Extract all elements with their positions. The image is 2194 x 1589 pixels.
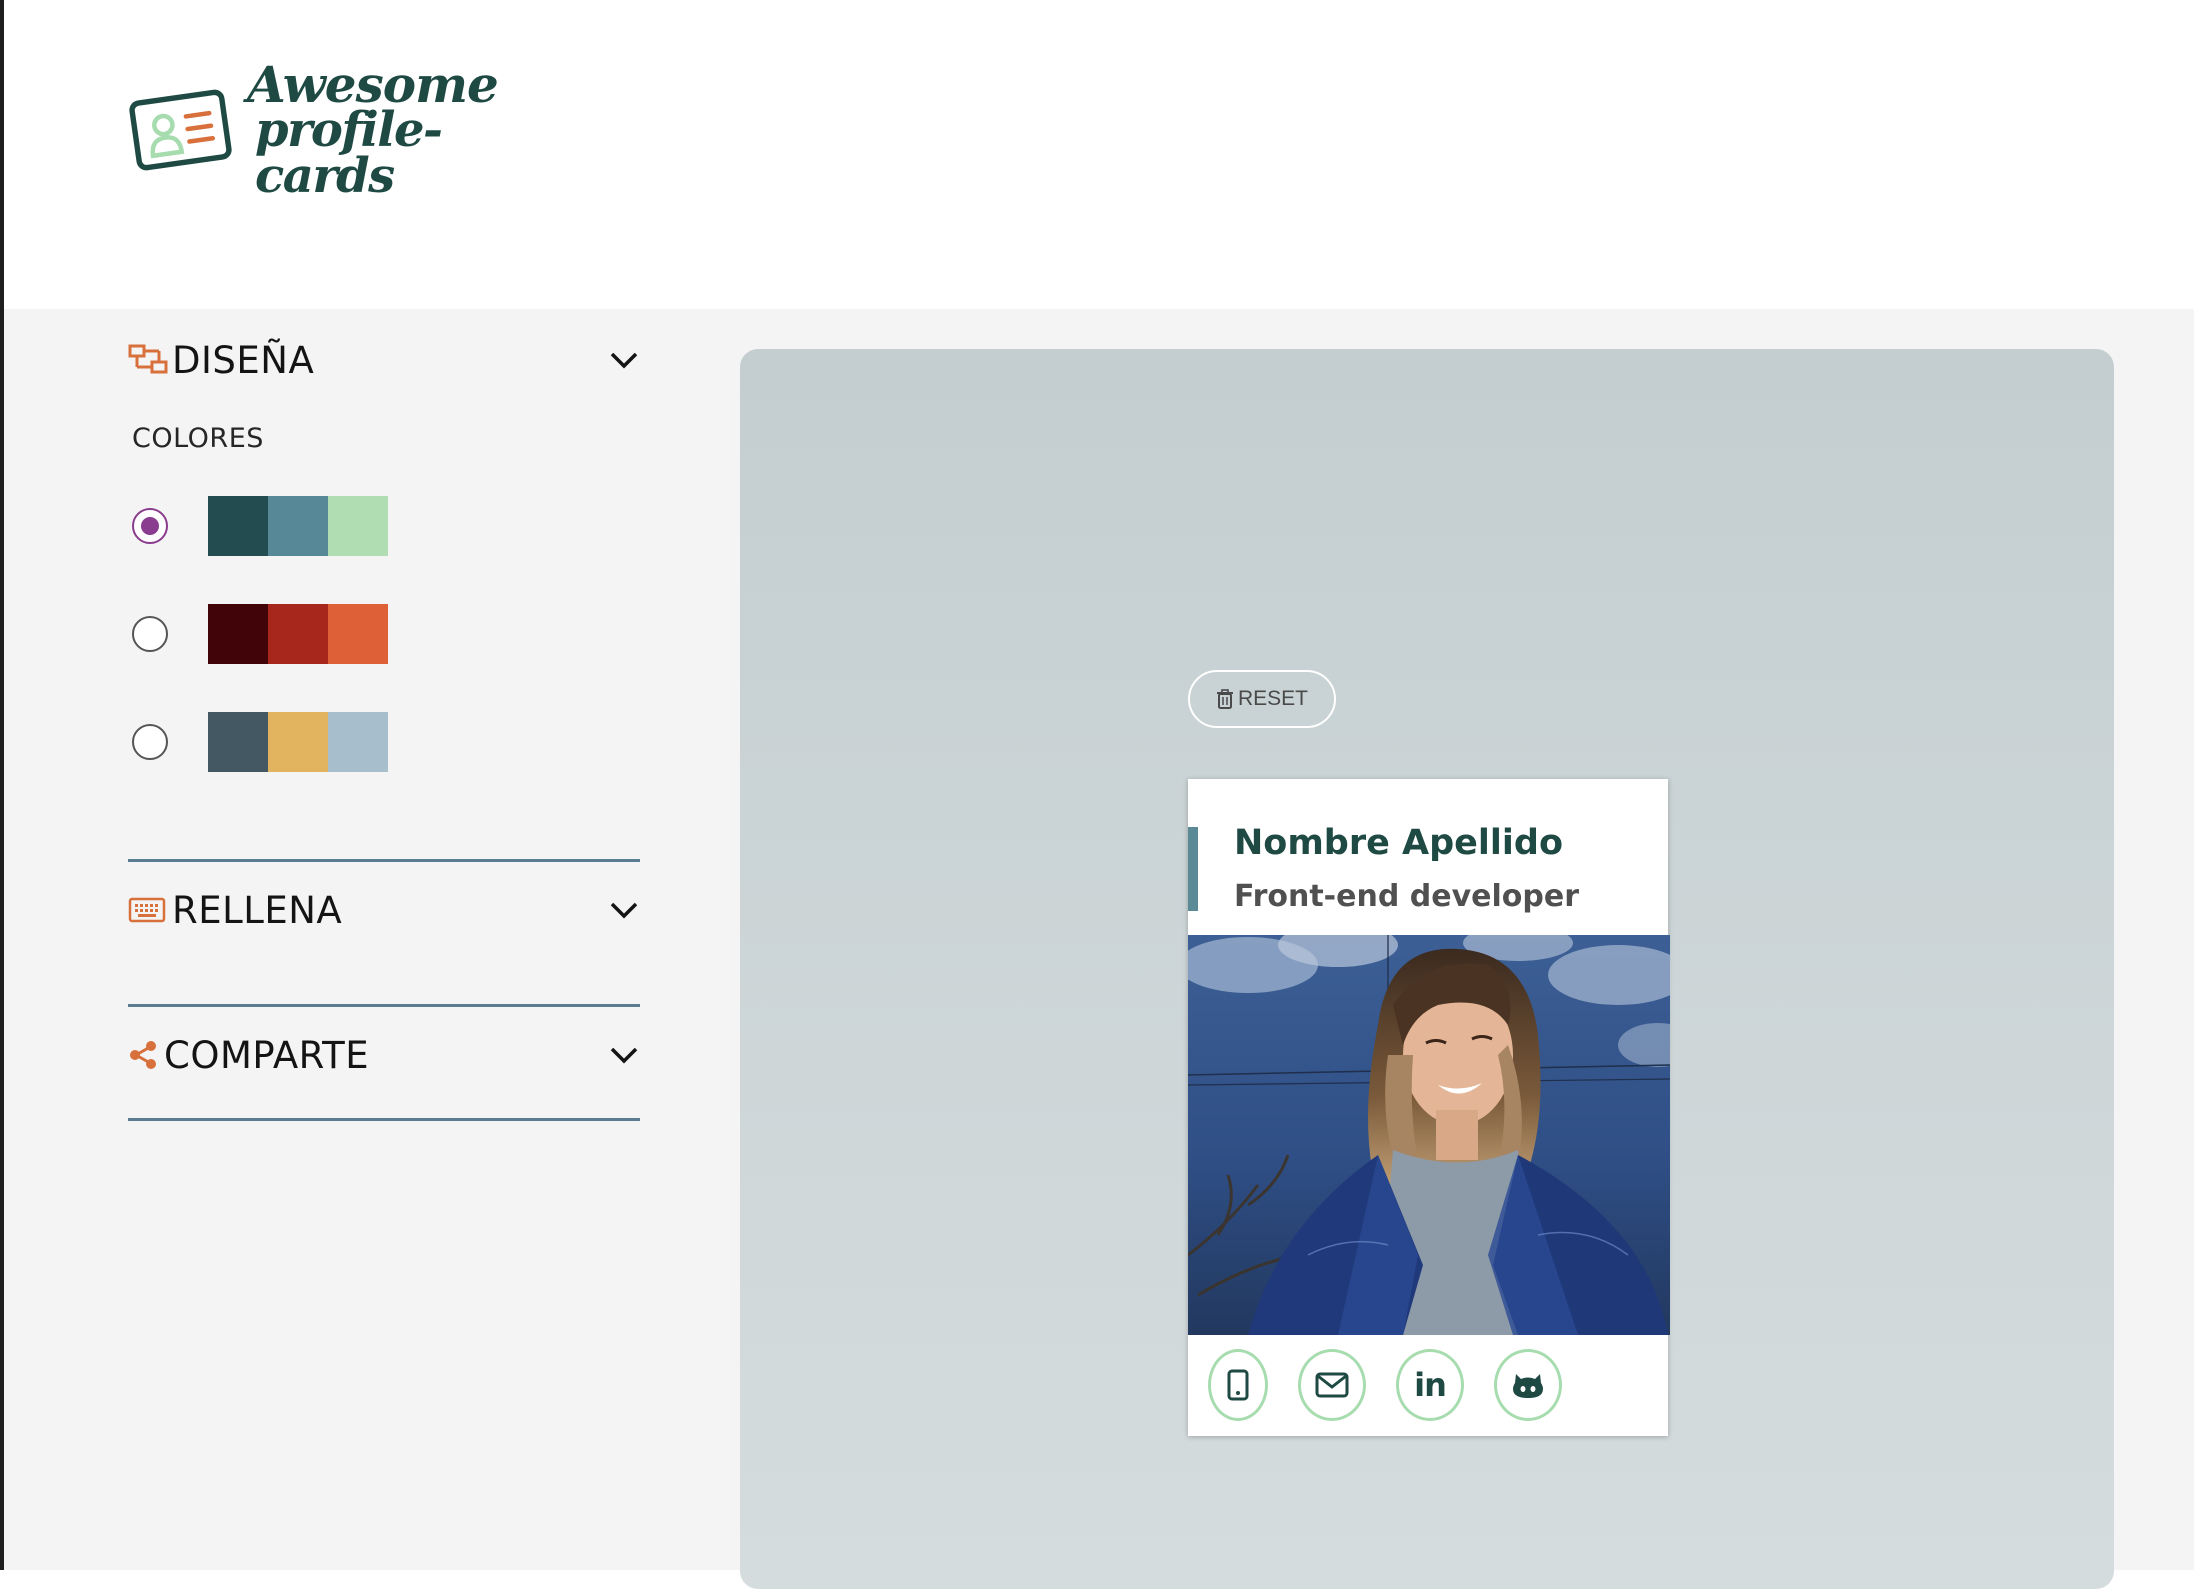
reset-label: RESET	[1237, 687, 1308, 710]
section-divider	[128, 1118, 640, 1121]
palette-radio-2[interactable]	[132, 616, 168, 652]
main-area: DISEÑA COLORES RELLENA COMPARTE RESET No…	[4, 309, 2194, 1589]
palette-swatches-2	[208, 604, 388, 664]
palette-option-1[interactable]	[132, 495, 392, 557]
section-divider	[128, 1004, 640, 1007]
swatch	[328, 604, 388, 664]
swatch	[328, 496, 388, 556]
chevron-down-icon[interactable]	[608, 894, 640, 926]
fill-section-title: RELLENA	[172, 888, 343, 932]
swatch	[268, 604, 328, 664]
email-link[interactable]	[1298, 1349, 1366, 1421]
linkedin-link[interactable]: in	[1396, 1349, 1464, 1421]
profile-photo	[1188, 935, 1670, 1335]
reset-button[interactable]: RESET	[1188, 670, 1336, 728]
palette-swatches-1	[208, 496, 388, 556]
design-section-header[interactable]: DISEÑA	[128, 325, 640, 395]
phone-link[interactable]	[1208, 1349, 1268, 1421]
card-social-links: in	[1208, 1347, 1562, 1423]
trash-icon	[1216, 689, 1233, 709]
logo-line-1: Awesome	[247, 54, 499, 114]
github-icon	[1513, 1374, 1543, 1398]
design-section-title: DISEÑA	[172, 338, 315, 382]
logo-text: Awesome profile-cards	[241, 54, 548, 204]
header: Awesome profile-cards	[4, 0, 2194, 309]
logo[interactable]: Awesome profile-cards	[128, 59, 548, 200]
card-job: Front-end developer	[1234, 879, 1579, 914]
swatch	[208, 496, 268, 556]
chevron-down-icon[interactable]	[608, 1039, 640, 1071]
logo-line-2: profile-cards	[255, 102, 443, 204]
envelope-icon	[1315, 1372, 1349, 1398]
swatch	[268, 496, 328, 556]
id-card-logo-icon	[129, 89, 232, 171]
swatch	[208, 712, 268, 772]
profile-card: Nombre Apellido Front-end developer in	[1188, 779, 1670, 1436]
palette-radio-3[interactable]	[132, 724, 168, 760]
palette-swatches-3	[208, 712, 388, 772]
palette-option-2[interactable]	[132, 603, 392, 665]
chevron-down-icon[interactable]	[608, 344, 640, 376]
card-accent-bar	[1188, 827, 1198, 911]
section-divider	[128, 859, 640, 862]
share-section-title: COMPARTE	[164, 1033, 370, 1077]
mobile-phone-icon	[1227, 1369, 1249, 1401]
fill-section-header[interactable]: RELLENA	[128, 875, 640, 945]
card-name: Nombre Apellido	[1234, 823, 1564, 863]
layout-design-icon	[128, 342, 172, 378]
palette-option-3[interactable]	[132, 711, 392, 773]
palette-radio-1[interactable]	[132, 508, 168, 544]
share-icon	[128, 1037, 164, 1073]
linkedin-icon: in	[1414, 1366, 1447, 1404]
github-link[interactable]	[1494, 1349, 1562, 1421]
share-section-header[interactable]: COMPARTE	[128, 1020, 640, 1090]
keyboard-icon	[128, 892, 172, 928]
swatch	[328, 712, 388, 772]
swatch	[268, 712, 328, 772]
card-preview-panel: RESET Nombre Apellido Front-end develope…	[740, 349, 2114, 1589]
swatch	[208, 604, 268, 664]
colors-label: COLORES	[132, 423, 264, 454]
